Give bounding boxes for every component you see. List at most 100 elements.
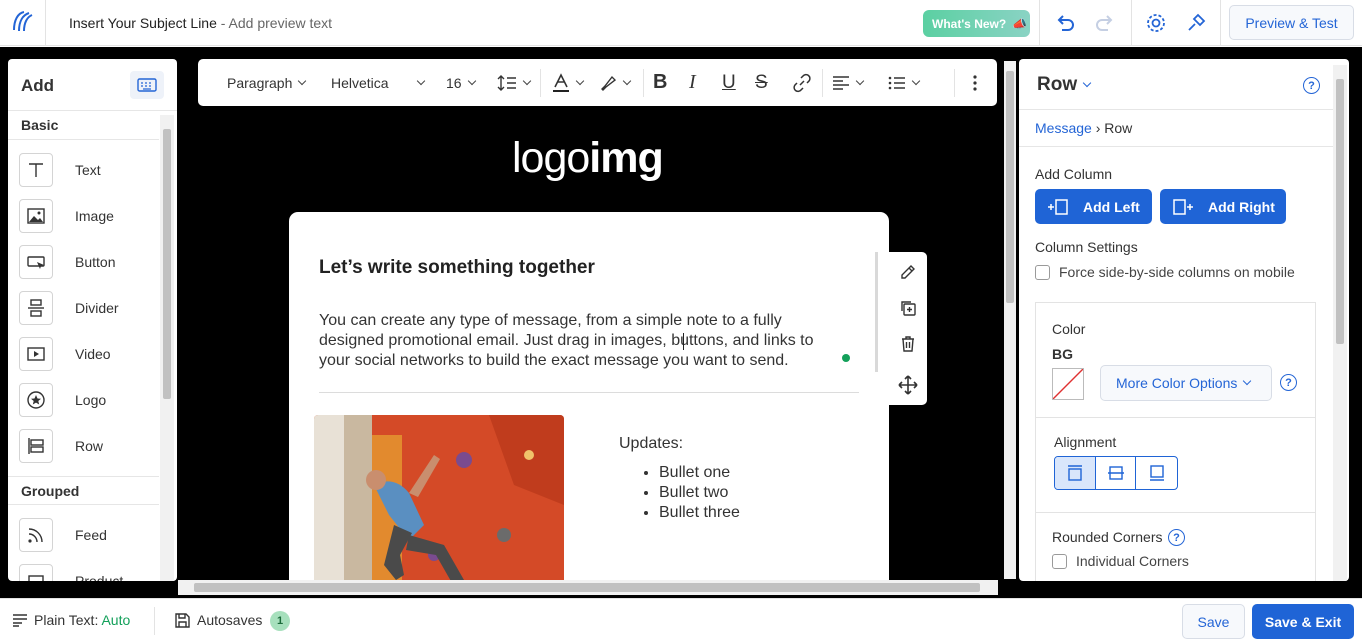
underline-icon[interactable]: U bbox=[722, 59, 736, 106]
scrollbar-thumb[interactable] bbox=[1336, 79, 1344, 344]
help-icon[interactable]: ? bbox=[1168, 529, 1185, 546]
chevron-down-icon bbox=[298, 76, 307, 85]
email-content-card[interactable]: Let’s write something together You can c… bbox=[289, 212, 889, 580]
move-drag-icon[interactable] bbox=[896, 373, 920, 397]
add-right-button[interactable]: Add Right bbox=[1160, 189, 1286, 224]
email-logo[interactable]: logoimg bbox=[512, 134, 664, 183]
align-middle-icon[interactable] bbox=[1096, 457, 1137, 489]
text-color-button[interactable] bbox=[552, 59, 585, 106]
properties-scrollbar[interactable] bbox=[1333, 65, 1347, 581]
more-color-options-button[interactable]: More Color Options bbox=[1100, 365, 1272, 401]
box-divider bbox=[1036, 417, 1315, 418]
scrollbar-thumb[interactable] bbox=[194, 583, 980, 592]
bold-icon[interactable]: B bbox=[653, 59, 667, 106]
updates-list[interactable]: Bullet one Bullet two Bullet three bbox=[639, 463, 740, 523]
add-left-label: Add Left bbox=[1083, 198, 1140, 215]
more-options-icon[interactable] bbox=[973, 59, 977, 106]
add-item-label: Text bbox=[75, 162, 101, 178]
add-item-button[interactable]: Button bbox=[19, 244, 159, 280]
scrollbar-thumb[interactable] bbox=[1006, 71, 1014, 303]
add-item-label: Button bbox=[75, 254, 116, 270]
align-top-icon[interactable] bbox=[1055, 457, 1096, 489]
line-height-button[interactable] bbox=[497, 59, 532, 106]
save-button[interactable]: Save bbox=[1182, 604, 1245, 639]
canvas-vertical-scrollbar[interactable] bbox=[1004, 61, 1016, 579]
whats-new-button[interactable]: What's New? 📣 bbox=[923, 10, 1030, 37]
add-item-feed[interactable]: Feed bbox=[19, 517, 159, 553]
app-logo-icon[interactable] bbox=[8, 8, 36, 36]
add-item-row[interactable]: Row bbox=[19, 428, 159, 464]
individual-corners-checkbox[interactable] bbox=[1052, 554, 1067, 569]
list-button[interactable] bbox=[888, 59, 921, 106]
redo-icon[interactable] bbox=[1092, 10, 1118, 36]
strikethrough-icon[interactable]: S bbox=[755, 59, 768, 106]
content-heading[interactable]: Let’s write something together bbox=[319, 257, 595, 279]
add-right-label: Add Right bbox=[1208, 198, 1275, 215]
line-height-icon bbox=[497, 74, 516, 91]
paragraph-select[interactable]: Paragraph bbox=[227, 59, 307, 106]
edit-pencil-icon[interactable] bbox=[896, 260, 920, 284]
logo-text-bold: img bbox=[589, 134, 663, 182]
preview-test-button[interactable]: Preview & Test bbox=[1229, 5, 1354, 40]
breadcrumb-message-link[interactable]: Message bbox=[1035, 120, 1092, 136]
add-item-video[interactable]: Video bbox=[19, 336, 159, 372]
settings-gear-icon[interactable] bbox=[1143, 10, 1169, 36]
link-icon[interactable] bbox=[792, 59, 812, 106]
duplicate-icon[interactable] bbox=[896, 296, 920, 320]
add-item-image[interactable]: Image bbox=[19, 198, 159, 234]
paragraph-select-value: Paragraph bbox=[227, 74, 293, 91]
updates-label[interactable]: Updates: bbox=[619, 435, 683, 453]
climber-image[interactable] bbox=[314, 415, 564, 580]
add-item-divider[interactable]: Divider bbox=[19, 290, 159, 326]
bg-color-swatch[interactable] bbox=[1052, 368, 1084, 400]
scrollbar-thumb[interactable] bbox=[163, 129, 171, 399]
align-button[interactable] bbox=[832, 59, 865, 106]
properties-panel: Row ? Message › Row Add Column Add Left … bbox=[1019, 59, 1349, 581]
add-item-text[interactable]: Text bbox=[19, 152, 159, 188]
font-size-select[interactable]: 16 bbox=[446, 59, 476, 106]
add-column-label: Add Column bbox=[1035, 166, 1113, 182]
add-panel-scrollbar[interactable] bbox=[160, 115, 174, 581]
help-icon[interactable]: ? bbox=[1280, 374, 1297, 391]
keyboard-icon[interactable] bbox=[130, 71, 164, 99]
subject-line[interactable]: Insert Your Subject Line - Add preview t… bbox=[69, 15, 332, 31]
add-left-button[interactable]: Add Left bbox=[1035, 189, 1152, 224]
list-item: Bullet three bbox=[659, 503, 740, 523]
add-item-logo[interactable]: Logo bbox=[19, 382, 159, 418]
autosaves-count-badge: 1 bbox=[270, 611, 290, 631]
breadcrumb: Message › Row bbox=[1035, 120, 1132, 136]
save-exit-button[interactable]: Save & Exit bbox=[1252, 604, 1354, 639]
add-column-right-icon bbox=[1173, 198, 1193, 215]
highlight-button[interactable] bbox=[599, 59, 632, 106]
box-divider bbox=[1036, 512, 1315, 513]
italic-icon[interactable]: I bbox=[689, 59, 696, 106]
font-select[interactable]: Helvetica bbox=[331, 59, 426, 106]
breadcrumb-separator-icon: › bbox=[1091, 120, 1105, 136]
add-panel-header: Add bbox=[8, 59, 177, 111]
button-icon bbox=[19, 245, 53, 279]
preview-text: - Add preview text bbox=[216, 15, 333, 31]
alignment-group bbox=[1054, 456, 1178, 490]
content-body[interactable]: You can create any type of message, from… bbox=[319, 311, 849, 371]
plain-text-toggle[interactable]: Plain Text: Auto bbox=[34, 612, 130, 628]
panel-title-row[interactable]: Row bbox=[1037, 74, 1092, 96]
canvas-horizontal-scrollbar[interactable] bbox=[178, 580, 998, 595]
undo-icon[interactable] bbox=[1052, 10, 1078, 36]
force-mobile-label: Force side-by-side columns on mobile bbox=[1059, 264, 1295, 280]
autosaves-button[interactable]: Autosaves bbox=[197, 612, 262, 628]
add-item-product[interactable]: Product bbox=[19, 563, 159, 581]
help-icon[interactable]: ? bbox=[1303, 77, 1320, 94]
delete-trash-icon[interactable] bbox=[896, 332, 920, 356]
toolbar-divider bbox=[643, 69, 644, 97]
chevron-down-icon bbox=[911, 76, 921, 85]
chevron-down-icon bbox=[855, 76, 865, 85]
divider bbox=[154, 607, 155, 635]
list-item: Bullet one bbox=[659, 463, 740, 483]
align-bottom-icon[interactable] bbox=[1136, 457, 1177, 489]
text-cursor bbox=[683, 333, 684, 350]
panel-title: Row bbox=[1037, 74, 1078, 95]
brush-icon[interactable] bbox=[1183, 10, 1209, 36]
content-divider bbox=[319, 392, 859, 393]
force-mobile-checkbox[interactable] bbox=[1035, 265, 1050, 280]
feed-icon bbox=[19, 518, 53, 552]
